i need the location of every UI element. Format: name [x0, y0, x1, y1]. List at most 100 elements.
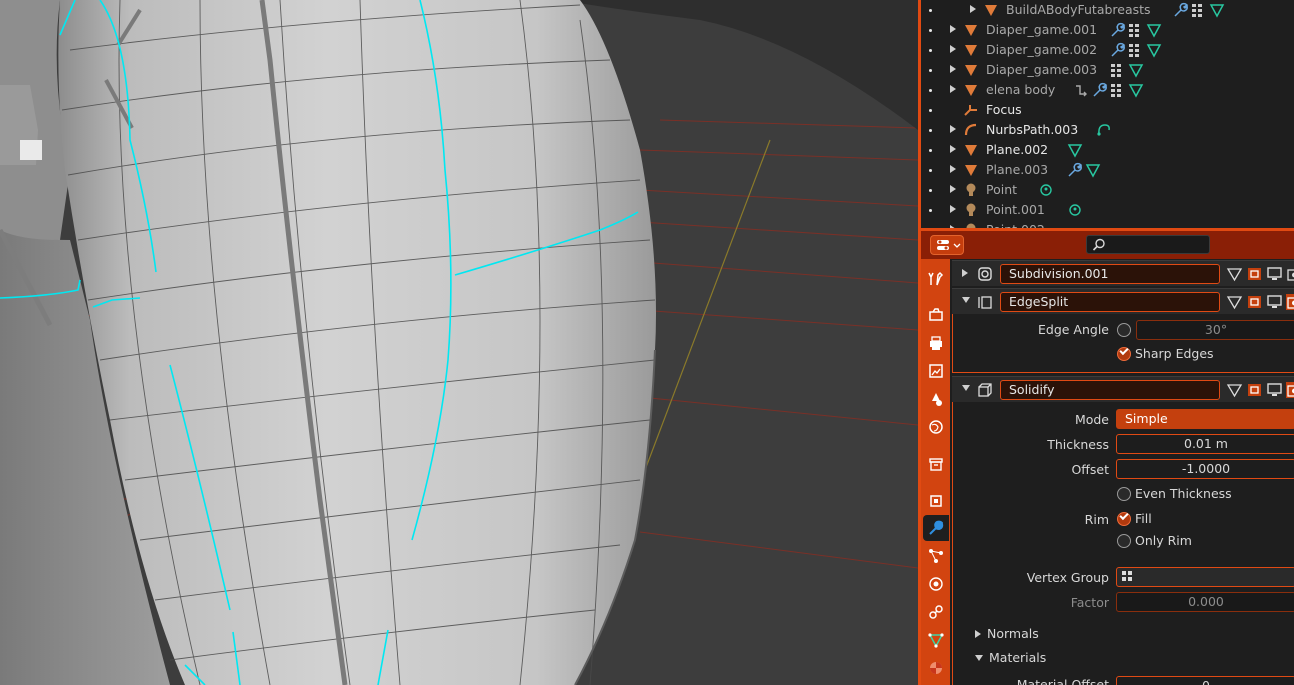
wrench-icon[interactable]	[1110, 22, 1126, 38]
mode-dropdown[interactable]: Simple	[1116, 409, 1294, 429]
modifier-name-field[interactable]: EdgeSplit	[1000, 292, 1220, 312]
vertex-group-field[interactable]	[1116, 567, 1294, 587]
outliner-item-label[interactable]: Diaper_game.002	[986, 42, 1097, 57]
mesh-data-icon[interactable]	[1128, 62, 1144, 78]
outliner-row[interactable]: elena body	[921, 80, 1294, 100]
expand-icon[interactable]	[962, 269, 968, 277]
expand-icon[interactable]	[950, 25, 956, 33]
cage-toggle-icon[interactable]	[1246, 266, 1263, 282]
realtime-display-icon[interactable]	[1266, 294, 1283, 310]
outliner-item-label[interactable]: Plane.002	[986, 142, 1048, 157]
expand-icon[interactable]	[950, 225, 956, 228]
collapse-icon[interactable]	[962, 297, 970, 303]
sharp-edges-checkbox[interactable]: Sharp Edges	[1117, 346, 1214, 361]
outliner-item-label[interactable]: Point.001	[986, 202, 1045, 217]
outliner-row[interactable]: Diaper_game.002	[921, 40, 1294, 60]
expand-icon[interactable]	[950, 185, 956, 193]
factor-field[interactable]: 0.000	[1116, 592, 1294, 612]
outliner-row[interactable]: Focus	[921, 100, 1294, 120]
edit-mode-toggle-icon[interactable]	[1226, 266, 1243, 282]
outliner-row[interactable]: Diaper_game.001	[921, 20, 1294, 40]
visibility-dot-icon[interactable]	[929, 69, 932, 72]
visibility-dot-icon[interactable]	[929, 49, 932, 52]
outliner-row[interactable]: Plane.003	[921, 160, 1294, 180]
tab-tool[interactable]	[923, 266, 949, 292]
normals-subpanel[interactable]: Normals	[975, 626, 1039, 641]
expand-icon[interactable]	[950, 205, 956, 213]
curve-data-icon[interactable]	[1096, 122, 1112, 138]
modifier-name-field[interactable]: Subdivision.001	[1000, 264, 1220, 284]
realtime-display-icon[interactable]	[1266, 266, 1283, 282]
outliner-row[interactable]: Point	[921, 180, 1294, 200]
tab-material[interactable]	[923, 655, 949, 681]
visibility-dot-icon[interactable]	[929, 89, 932, 92]
visibility-dot-icon[interactable]	[929, 169, 932, 172]
offset-field[interactable]: -1.0000	[1116, 459, 1294, 479]
light-data-icon[interactable]	[1038, 182, 1054, 198]
mesh-data-icon[interactable]	[1067, 142, 1083, 158]
expand-icon[interactable]	[950, 125, 956, 133]
tab-scene[interactable]	[923, 386, 949, 412]
mesh-data-icon[interactable]	[1085, 162, 1101, 178]
outliner-item-label[interactable]: Diaper_game.003	[986, 62, 1097, 77]
render-toggle-icon[interactable]	[1286, 294, 1294, 310]
expand-icon[interactable]	[950, 45, 956, 53]
outliner-item-label[interactable]: elena body	[986, 82, 1055, 97]
outliner-item-label[interactable]: Point.002	[986, 222, 1045, 228]
modifier-solidify-header[interactable]: Solidify	[952, 376, 1294, 402]
render-toggle-icon[interactable]	[1286, 382, 1294, 398]
outliner-row[interactable]: Point.002	[921, 220, 1294, 228]
visibility-dot-icon[interactable]	[929, 129, 932, 132]
cage-toggle-icon[interactable]	[1246, 294, 1263, 310]
mesh-data-icon[interactable]	[1209, 2, 1225, 18]
editor-type-button[interactable]	[930, 235, 964, 255]
tab-particles[interactable]	[923, 543, 949, 569]
vertex-groups-icon[interactable]	[1128, 22, 1144, 38]
outliner-item-label[interactable]: Plane.003	[986, 162, 1048, 177]
thickness-field[interactable]: 0.01 m	[1116, 434, 1294, 454]
collapse-icon[interactable]	[962, 385, 970, 391]
wrench-icon[interactable]	[1067, 162, 1083, 178]
wrench-icon[interactable]	[1173, 2, 1189, 18]
edit-mode-toggle-icon[interactable]	[1226, 382, 1243, 398]
outliner-row[interactable]: Point.001	[921, 200, 1294, 220]
modifier-edgesplit-header[interactable]: EdgeSplit	[952, 288, 1294, 314]
outliner-row[interactable]: NurbsPath.003	[921, 120, 1294, 140]
outliner-row[interactable]: Diaper_game.003	[921, 60, 1294, 80]
outliner-item-label[interactable]: NurbsPath.003	[986, 122, 1078, 137]
modifier-name-field[interactable]: Solidify	[1000, 380, 1220, 400]
visibility-dot-icon[interactable]	[929, 149, 932, 152]
tab-view-layer[interactable]	[923, 358, 949, 384]
constraint-icon[interactable]	[1074, 82, 1090, 98]
visibility-dot-icon[interactable]	[929, 29, 932, 32]
edge-angle-field[interactable]: 30°	[1136, 320, 1294, 340]
tab-constraints[interactable]	[923, 599, 949, 625]
material-offset-field[interactable]: 0	[1116, 676, 1294, 685]
visibility-dot-icon[interactable]	[929, 209, 932, 212]
visibility-dot-icon[interactable]	[929, 9, 932, 12]
render-toggle-icon[interactable]	[1286, 266, 1294, 282]
expand-icon[interactable]	[970, 5, 976, 13]
outliner-row[interactable]: BuildABodyFutabreasts	[921, 0, 1294, 20]
tab-data[interactable]	[923, 627, 949, 653]
tab-world[interactable]	[923, 414, 949, 440]
outliner-item-label[interactable]: BuildABodyFutabreasts	[1006, 2, 1151, 17]
tab-object[interactable]	[923, 488, 949, 514]
visibility-dot-icon[interactable]	[929, 109, 932, 112]
expand-icon[interactable]	[950, 65, 956, 73]
only-rim-checkbox[interactable]: Only Rim	[1117, 533, 1192, 548]
light-data-icon[interactable]	[1067, 202, 1083, 218]
materials-subpanel[interactable]: Materials	[975, 650, 1046, 665]
tab-physics[interactable]	[923, 571, 949, 597]
even-thickness-checkbox[interactable]: Even Thickness	[1117, 486, 1232, 501]
visibility-dot-icon[interactable]	[929, 189, 932, 192]
vertex-groups-icon[interactable]	[1128, 42, 1144, 58]
expand-icon[interactable]	[950, 145, 956, 153]
outliner-row[interactable]: Plane.002	[921, 140, 1294, 160]
outliner-item-label[interactable]: Point	[986, 182, 1017, 197]
realtime-display-icon[interactable]	[1266, 382, 1283, 398]
mesh-data-icon[interactable]	[1146, 22, 1162, 38]
rim-fill-checkbox[interactable]: Fill	[1117, 511, 1152, 526]
expand-icon[interactable]	[950, 165, 956, 173]
wrench-icon[interactable]	[1092, 82, 1108, 98]
